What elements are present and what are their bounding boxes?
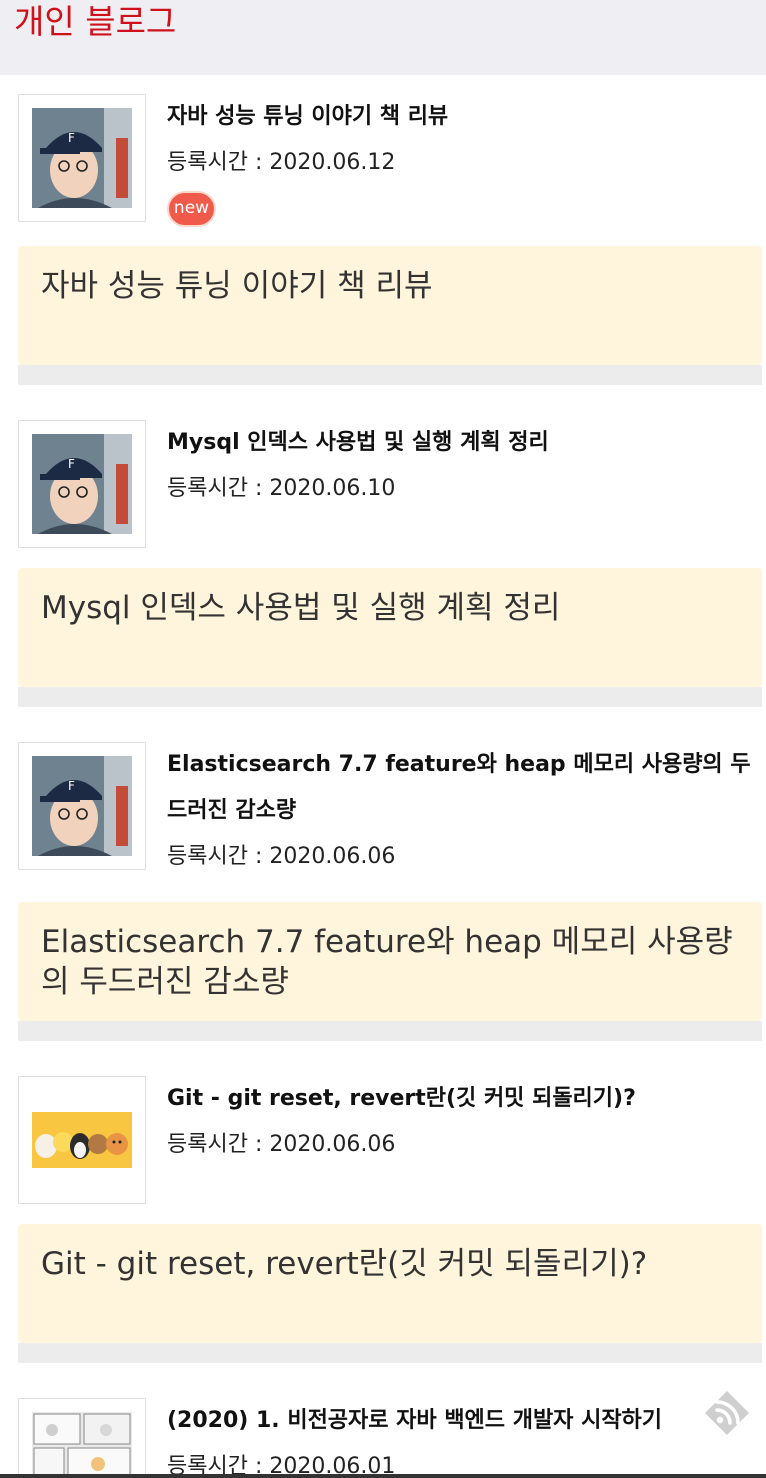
blog-title[interactable]: 개인 블로그: [14, 2, 176, 42]
post-thumbnail[interactable]: F: [18, 742, 146, 870]
post-divider: [18, 1343, 762, 1363]
svg-text:F: F: [68, 457, 75, 471]
comic-strip-icon: [32, 1412, 132, 1478]
rss-feed-icon: [705, 1391, 749, 1435]
author-photo-icon: F: [32, 756, 132, 856]
feed-button[interactable]: [702, 1388, 752, 1438]
post-date: 등록시간 : 2020.06.06: [167, 1132, 396, 1157]
new-badge: new: [167, 191, 216, 227]
post-divider: [18, 1021, 762, 1041]
post-title[interactable]: Elasticsearch 7.7 feature와 heap 메모리 사용량의…: [167, 742, 758, 834]
post-date: 등록시간 : 2020.06.06: [167, 844, 396, 869]
post-thumbnail[interactable]: F: [18, 420, 146, 548]
kakao-friends-icon: [32, 1112, 132, 1168]
svg-text:F: F: [68, 131, 75, 145]
header-bar: 개인 블로그: [0, 0, 766, 75]
post-summary[interactable]: Mysql 인덱스 사용법 및 실행 계획 정리: [18, 568, 762, 687]
post-date: 등록시간 : 2020.06.10: [167, 476, 396, 501]
post-summary[interactable]: 자바 성능 튜닝 이야기 책 리뷰: [18, 246, 762, 365]
post-summary[interactable]: Elasticsearch 7.7 feature와 heap 메모리 사용량의…: [18, 902, 762, 1021]
post-title[interactable]: Git - git reset, revert란(깃 커밋 되돌리기)?: [167, 1076, 758, 1122]
post-date: 등록시간 : 2020.06.12: [167, 150, 396, 175]
post-title[interactable]: 자바 성능 튜닝 이야기 책 리뷰: [167, 94, 758, 140]
author-photo-icon: F: [32, 434, 132, 534]
post-title[interactable]: (2020) 1. 비전공자로 자바 백엔드 개발자 시작하기: [167, 1398, 758, 1444]
post-divider: [18, 365, 762, 385]
post-title[interactable]: Mysql 인덱스 사용법 및 실행 계획 정리: [167, 420, 758, 466]
post-thumbnail[interactable]: [18, 1398, 146, 1478]
post-summary[interactable]: Git - git reset, revert란(깃 커밋 되돌리기)?: [18, 1224, 762, 1343]
svg-text:F: F: [68, 779, 75, 793]
post-thumbnail[interactable]: [18, 1076, 146, 1204]
bottom-edge: [0, 1474, 766, 1478]
post-thumbnail[interactable]: F: [18, 94, 146, 222]
author-photo-icon: F: [32, 108, 132, 208]
post-divider: [18, 687, 762, 707]
